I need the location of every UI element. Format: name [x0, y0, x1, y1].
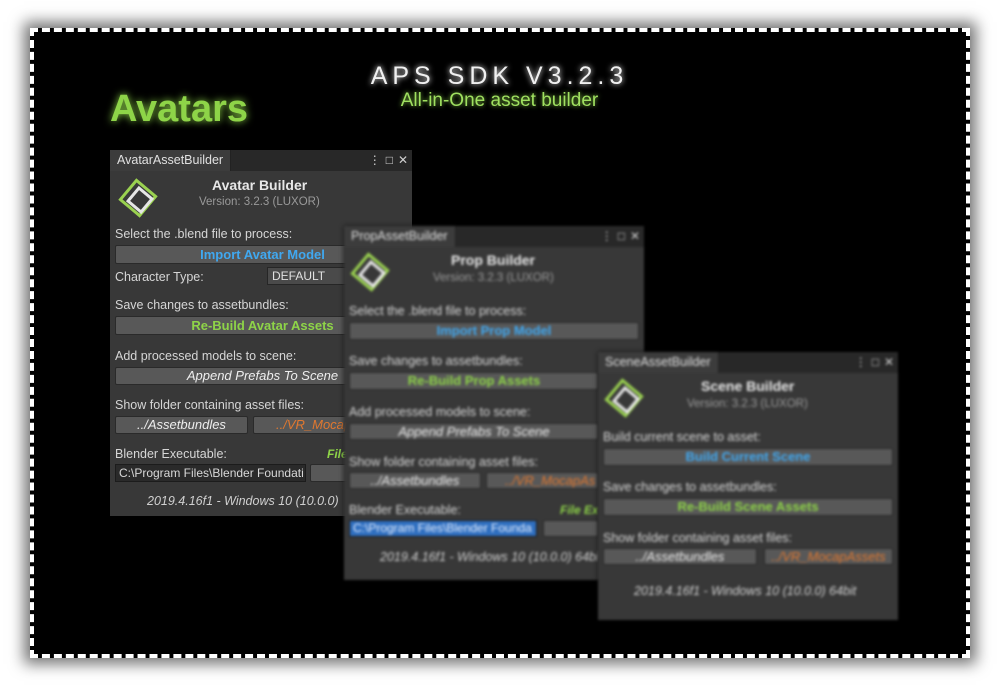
panel-version: Version: 3.2.3 (LUXOR) [199, 196, 320, 208]
file-link[interactable]: File Ex [560, 503, 599, 517]
aps-logo-icon [350, 252, 390, 292]
scene-builder-panel: SceneAssetBuilder ⋮ □ ✕ Scene Builder Vers… [598, 352, 898, 620]
show-folder-label: Show folder containing asset files: [349, 455, 538, 469]
vr-mocap-folder-button[interactable]: ../VR_MocapAs [486, 472, 599, 489]
tab-prop-asset-builder[interactable]: PropAssetBuilder [344, 226, 456, 247]
tab-avatar-asset-builder[interactable]: AvatarAssetBuilder [110, 150, 232, 171]
append-prefabs-button[interactable]: Append Prefabs To Scene [349, 423, 599, 440]
tab-bar: AvatarAssetBuilder ⋮ □ ✕ [110, 150, 412, 171]
aps-logo-icon [118, 178, 158, 218]
aps-logo-icon [604, 378, 644, 418]
maximize-icon[interactable]: □ [386, 150, 393, 171]
version-footer: 2019.4.16f1 - Windows 10 (10.0.0) [147, 494, 339, 508]
blender-path-field[interactable]: C:\Program Files\Blender Founda [349, 520, 537, 537]
tab-actions: ⋮ □ ✕ [364, 150, 408, 171]
rebuild-prop-button[interactable]: Re-Build Prop Assets [349, 372, 599, 390]
build-current-scene-button[interactable]: Build Current Scene [603, 448, 893, 466]
save-changes-label: Save changes to assetbundles: [603, 480, 777, 494]
panel-version: Version: 3.2.3 (LUXOR) [687, 398, 808, 410]
section-title: Avatars [110, 88, 249, 130]
select-blend-label: Select the .blend file to process: [349, 304, 527, 318]
more-icon[interactable]: ⋮ [601, 226, 613, 247]
show-folder-label: Show folder containing asset files: [115, 398, 304, 412]
maximize-icon[interactable]: □ [618, 226, 625, 247]
version-footer: 2019.4.16f1 - Windows 10 (10.0.0) 64bit [634, 584, 857, 598]
rebuild-scene-button[interactable]: Re-Build Scene Assets [603, 498, 893, 516]
save-changes-label: Save changes to assetbundles: [349, 354, 523, 368]
tab-actions: ⋮ □ ✕ [596, 226, 640, 247]
close-icon[interactable]: ✕ [884, 352, 894, 373]
blender-executable-label: Blender Executable: [115, 447, 227, 461]
show-folder-label: Show folder containing asset files: [603, 531, 792, 545]
build-scene-label: Build current scene to asset: [603, 430, 761, 444]
add-models-label: Add processed models to scene: [349, 405, 531, 419]
version-footer: 2019.4.16f1 - Windows 10 (10.0.0) 64bi [380, 550, 599, 564]
browse-blender-button[interactable] [543, 520, 599, 537]
vr-mocap-folder-button[interactable]: ../VR_MocapAssets [764, 548, 893, 565]
assetbundles-folder-button[interactable]: ../Assetbundles [115, 416, 248, 434]
character-type-label: Character Type: [115, 270, 204, 284]
more-icon[interactable]: ⋮ [369, 150, 381, 171]
import-prop-button[interactable]: Import Prop Model [349, 322, 639, 340]
panel-title: Avatar Builder [212, 177, 308, 193]
tab-scene-asset-builder[interactable]: SceneAssetBuilder [598, 352, 719, 373]
more-icon[interactable]: ⋮ [855, 352, 867, 373]
select-blend-label: Select the .blend file to process: [115, 227, 293, 241]
save-changes-label: Save changes to assetbundles: [115, 298, 289, 312]
tab-bar: PropAssetBuilder ⋮ □ ✕ [344, 226, 644, 247]
close-icon[interactable]: ✕ [398, 150, 408, 171]
tab-bar: SceneAssetBuilder ⋮ □ ✕ [598, 352, 898, 373]
blender-path-field[interactable]: C:\Program Files\Blender Foundati [115, 464, 306, 482]
tab-actions: ⋮ □ ✕ [850, 352, 894, 373]
add-models-label: Add processed models to scene: [115, 349, 297, 363]
close-icon[interactable]: ✕ [630, 226, 640, 247]
blender-executable-label: Blender Executable: [349, 503, 461, 517]
assetbundles-folder-button[interactable]: ../Assetbundles [349, 472, 481, 489]
maximize-icon[interactable]: □ [872, 352, 879, 373]
sdk-title: APS SDK V3.2.3 [370, 62, 629, 90]
panel-title: Scene Builder [701, 378, 795, 394]
panel-version: Version: 3.2.3 (LUXOR) [433, 272, 554, 284]
assetbundles-folder-button[interactable]: ../Assetbundles [603, 548, 757, 565]
panel-title: Prop Builder [451, 252, 536, 268]
